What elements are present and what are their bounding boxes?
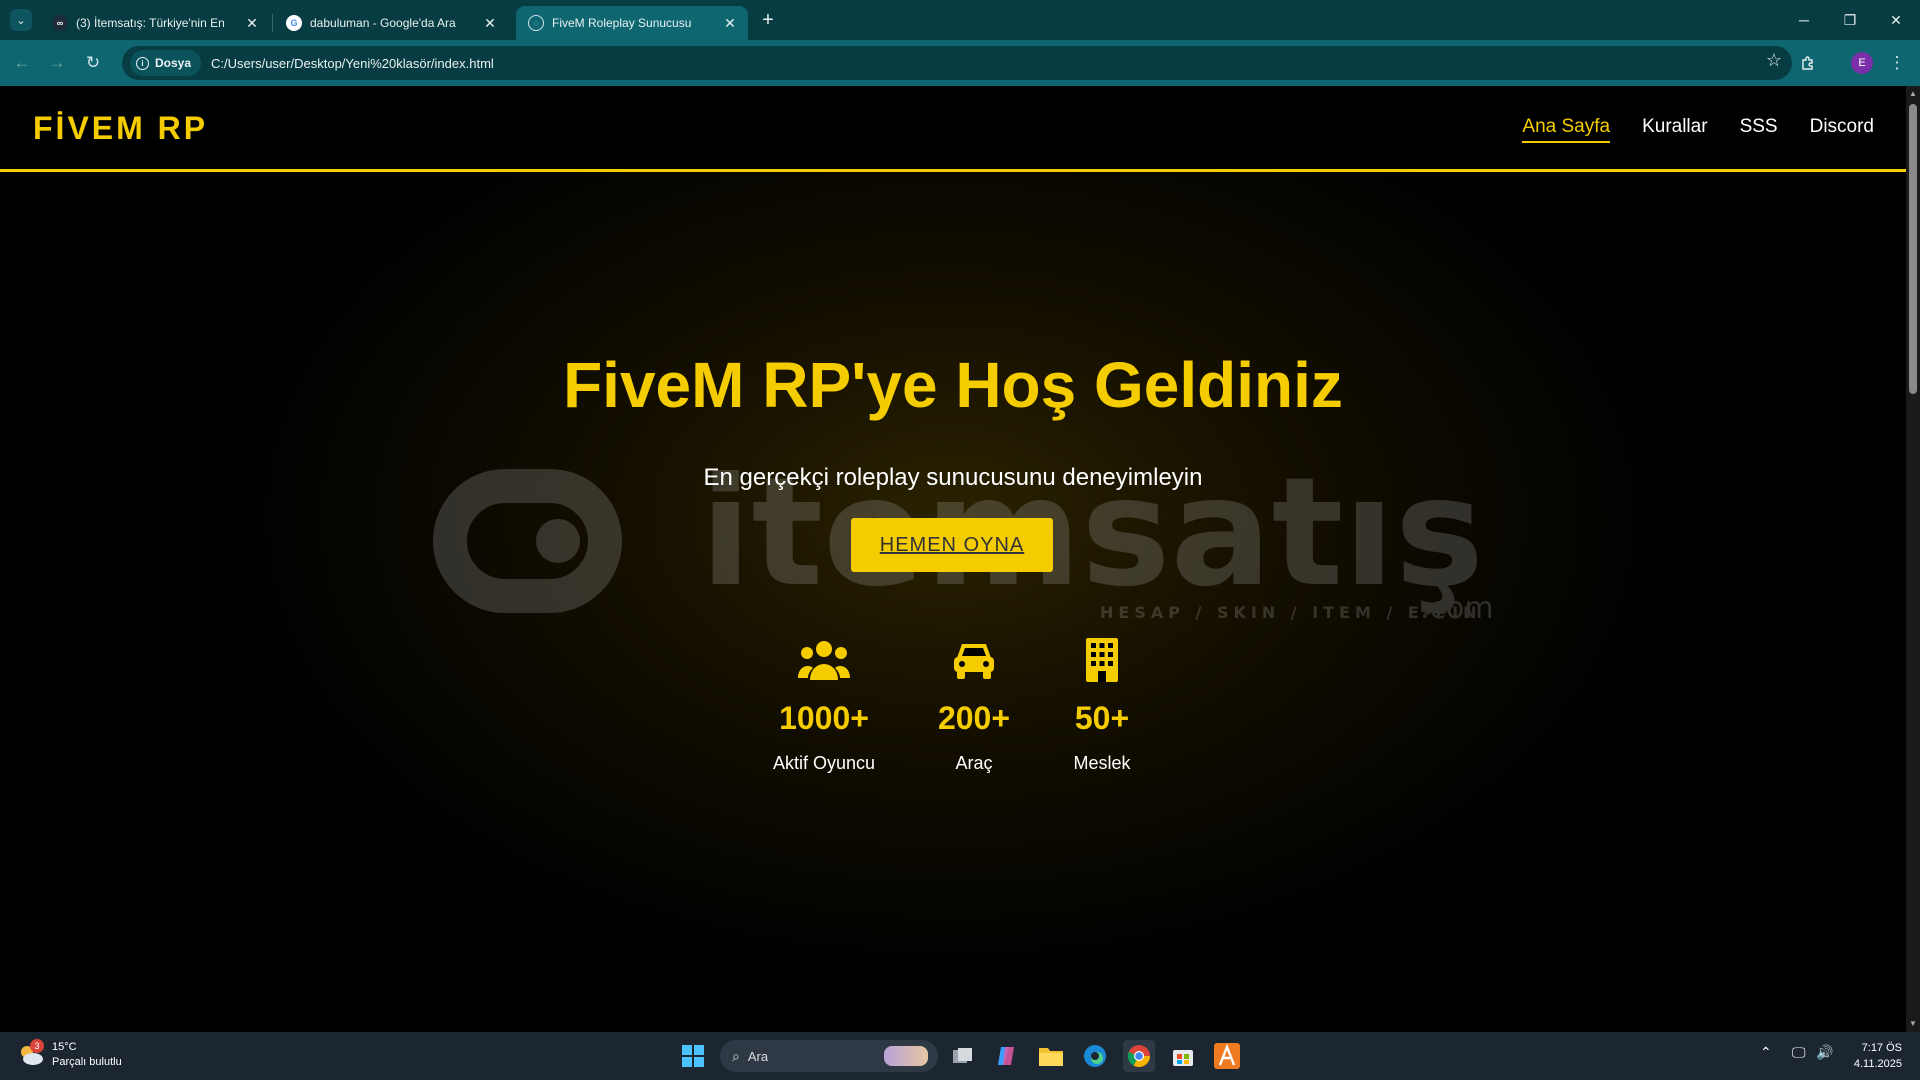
- bookmark-star-icon[interactable]: ☆: [1766, 50, 1782, 71]
- minimize-icon[interactable]: ─: [1781, 0, 1827, 40]
- windows-taskbar: 3 15°C Parçalı bulutlu ⌕ Ara ⌃ 🖵 🔊 7:17 …: [0, 1032, 1920, 1080]
- nav-link-ana-sayfa[interactable]: Ana Sayfa: [1522, 116, 1611, 143]
- close-window-icon[interactable]: ✕: [1873, 0, 1919, 40]
- app-a-icon[interactable]: [1211, 1040, 1243, 1072]
- tab-title: FiveM Roleplay Sunucusu: [552, 16, 692, 30]
- scroll-thumb[interactable]: [1909, 104, 1917, 394]
- stat-vehicles: 200+ Araç: [914, 638, 1034, 774]
- building-icon: [1042, 638, 1162, 684]
- browser-menu-kebab-icon[interactable]: ⋮: [1883, 49, 1911, 77]
- browser-toolbar: ← → ↻ i Dosya C:/Users/user/Desktop/Yeni…: [0, 40, 1920, 86]
- new-tab-plus-icon[interactable]: +: [757, 9, 779, 31]
- play-now-button[interactable]: HEMEN OYNA: [851, 518, 1053, 572]
- reload-icon[interactable]: ↻: [79, 49, 107, 77]
- nav-link-discord[interactable]: Discord: [1810, 116, 1874, 143]
- hero-subtitle: En gerçekçi roleplay sunucusunu deneyiml…: [703, 464, 1203, 491]
- tab-close-icon[interactable]: ✕: [244, 15, 260, 32]
- stat-value: 1000+: [779, 700, 869, 736]
- stat-label: Meslek: [1073, 753, 1131, 773]
- globe-icon: ◌: [528, 15, 544, 31]
- back-arrow-icon[interactable]: ←: [8, 49, 36, 77]
- volume-icon[interactable]: 🔊: [1816, 1044, 1833, 1061]
- stat-jobs: 50+ Meslek: [1042, 638, 1162, 774]
- tab-close-icon[interactable]: ✕: [482, 15, 498, 32]
- weather-temp: 15°C: [52, 1041, 77, 1053]
- search-icon: ⌕: [732, 1047, 740, 1064]
- stat-players: 1000+ Aktif Oyuncu: [764, 638, 884, 774]
- browser-tab-itemsatis[interactable]: ∞ (3) İtemsatış: Türkiye'nin En ✕: [40, 6, 270, 40]
- browser-tab-strip: ⌄ ∞ (3) İtemsatış: Türkiye'nin En ✕ G da…: [0, 0, 1920, 40]
- tab-close-icon[interactable]: ✕: [722, 15, 738, 32]
- system-clock[interactable]: 7:17 ÖS 4.11.2025: [1854, 1040, 1902, 1072]
- scroll-down-arrow-icon[interactable]: ▼: [1909, 1019, 1917, 1028]
- scroll-up-arrow-icon[interactable]: ▲: [1909, 89, 1917, 98]
- watermark-suffix: .com: [1420, 591, 1494, 626]
- forward-arrow-icon[interactable]: →: [43, 49, 71, 77]
- taskbar-search[interactable]: ⌕ Ara: [720, 1040, 938, 1072]
- site-info-label: Dosya: [155, 56, 192, 70]
- weather-widget[interactable]: 3 15°C Parçalı bulutlu: [18, 1039, 122, 1070]
- tab-title: dabuluman - Google'da Ara: [310, 16, 456, 30]
- microsoft-store-icon[interactable]: [1167, 1040, 1199, 1072]
- nav-link-sss[interactable]: SSS: [1740, 116, 1778, 143]
- clock-date: 4.11.2025: [1853, 1058, 1902, 1070]
- tab-divider: [272, 14, 273, 32]
- weather-condition: Parçalı bulutlu: [52, 1056, 122, 1068]
- site-info-chip[interactable]: i Dosya: [130, 50, 202, 76]
- users-icon: [764, 638, 884, 684]
- info-icon: i: [136, 56, 149, 70]
- stat-value: 200+: [937, 700, 1011, 736]
- page-viewport: FİVEM RP Ana Sayfa Kurallar SSS Discord …: [0, 86, 1906, 1032]
- google-icon: G: [286, 15, 302, 31]
- file-explorer-icon[interactable]: [1035, 1040, 1067, 1072]
- copilot-icon[interactable]: [991, 1040, 1023, 1072]
- browser-tab-fivem[interactable]: ◌ FiveM Roleplay Sunucusu ✕: [516, 6, 748, 40]
- network-icon[interactable]: 🖵: [1792, 1044, 1806, 1061]
- main-nav: Ana Sayfa Kurallar SSS Discord: [1522, 116, 1874, 143]
- hero-title: FiveM RP'ye Hoş Geldiniz: [563, 349, 1343, 421]
- weather-badge: 3: [30, 1039, 44, 1053]
- task-view-icon[interactable]: [947, 1040, 979, 1072]
- extensions-puzzle-icon[interactable]: [1794, 49, 1822, 77]
- restore-icon[interactable]: ❐: [1827, 0, 1873, 40]
- stat-value: 50+: [1074, 700, 1130, 736]
- page-scrollbar[interactable]: ▲ ▼: [1906, 86, 1920, 1032]
- tray-chevron-icon[interactable]: ⌃: [1760, 1044, 1772, 1061]
- partly-cloudy-icon: 3: [18, 1039, 44, 1067]
- stat-label: Aktif Oyuncu: [772, 753, 876, 773]
- chrome-icon[interactable]: [1123, 1040, 1155, 1072]
- search-highlight-image: [884, 1046, 928, 1066]
- address-url[interactable]: C:/Users/user/Desktop/Yeni%20klasör/inde…: [211, 56, 494, 71]
- itemsatis-icon: ∞: [52, 15, 68, 31]
- site-header: FİVEM RP Ana Sayfa Kurallar SSS Discord: [0, 86, 1906, 172]
- address-bar[interactable]: i Dosya C:/Users/user/Desktop/Yeni%20kla…: [122, 46, 1792, 80]
- windows-start-icon[interactable]: [677, 1040, 709, 1072]
- car-icon: [914, 638, 1034, 684]
- profile-avatar[interactable]: E: [1851, 52, 1873, 74]
- site-logo[interactable]: FİVEM RP: [33, 110, 208, 147]
- tab-search-chevron-icon[interactable]: ⌄: [10, 9, 32, 31]
- browser-tab-google[interactable]: G dabuluman - Google'da Ara ✕: [274, 6, 508, 40]
- taskbar-search-placeholder: Ara: [747, 1048, 769, 1064]
- stat-label: Araç: [955, 753, 993, 773]
- edge-icon[interactable]: [1079, 1040, 1111, 1072]
- clock-time: 7:17 ÖS: [1861, 1042, 1902, 1054]
- nav-link-kurallar[interactable]: Kurallar: [1642, 116, 1707, 143]
- tab-title: (3) İtemsatış: Türkiye'nin En: [76, 16, 225, 30]
